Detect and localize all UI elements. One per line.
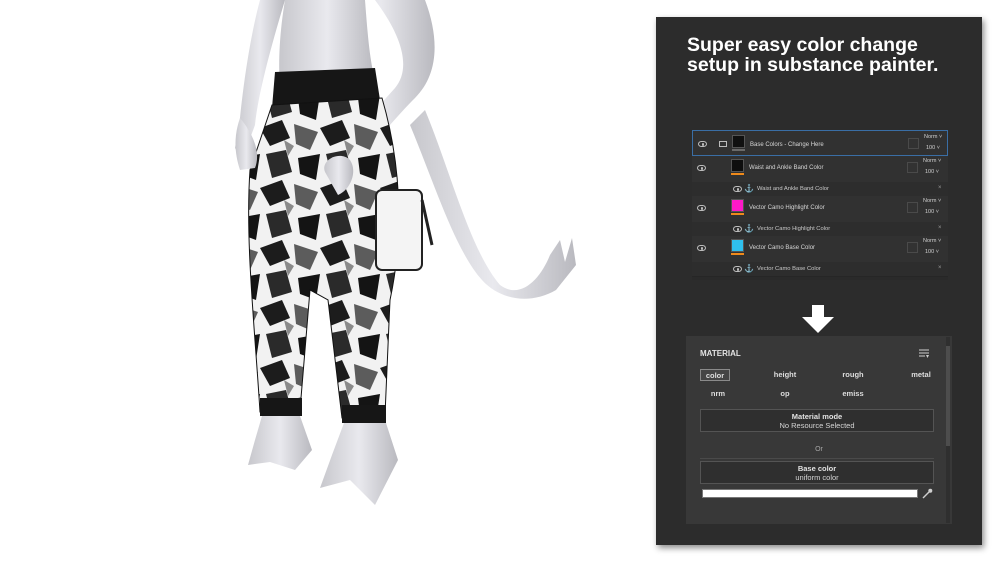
blend-mode[interactable]: Norm ˅ — [923, 198, 941, 204]
base-color-value: uniform color — [795, 473, 839, 482]
close-icon[interactable]: × — [938, 185, 942, 191]
base-color-field[interactable]: Base color uniform color — [700, 461, 934, 484]
color-picker-icon[interactable] — [922, 488, 933, 499]
channel-rough[interactable]: rough — [834, 369, 872, 381]
blend-mode-value: Norm — [923, 238, 937, 244]
layer-thumbnail-bar — [731, 213, 744, 215]
opacity-value: 100 — [925, 249, 935, 255]
channel-emiss[interactable]: emiss — [834, 388, 872, 400]
layer-name[interactable]: Vector Camo Base Color — [749, 245, 815, 251]
blend-mode-value: Norm — [923, 158, 937, 164]
layer-row-camo-base[interactable]: Vector Camo Base Color Norm ˅ 100 ˅ — [692, 236, 948, 263]
material-panel: MATERIAL color height rough metal nrm op… — [686, 336, 952, 524]
anchor-icon: ⚓ — [744, 224, 754, 233]
blend-mode-value: Norm — [924, 134, 938, 140]
layer-thumbnail-bar — [731, 173, 744, 175]
mask-name[interactable]: Vector Camo Highlight Color — [757, 226, 830, 232]
opacity[interactable]: 100 ˅ — [925, 209, 939, 215]
material-title: MATERIAL — [700, 349, 741, 358]
character-illustration — [235, 0, 576, 505]
blend-mode[interactable]: Norm ˅ — [923, 238, 941, 244]
layer-thumbnail — [731, 239, 744, 252]
material-mode-label: Material mode — [791, 412, 843, 421]
opacity[interactable]: 100 ˅ — [925, 169, 939, 175]
layer-mask-swatch[interactable] — [907, 202, 918, 213]
close-icon[interactable]: × — [938, 225, 942, 231]
channel-nrm[interactable]: nrm — [700, 388, 736, 400]
channel-metal[interactable]: metal — [902, 369, 940, 381]
eye-icon[interactable] — [733, 226, 742, 232]
headline: Super easy color change setup in substan… — [687, 35, 977, 75]
opacity[interactable]: 100 ˅ — [926, 145, 940, 151]
layer-name[interactable]: Vector Camo Highlight Color — [749, 205, 825, 211]
opacity-value: 100 — [925, 209, 935, 215]
divider — [700, 458, 934, 459]
layer-thumbnail — [731, 199, 744, 212]
layer-stack: Base Colors - Change Here Norm ˅ 100 ˅ W… — [692, 130, 948, 280]
anchor-icon: ⚓ — [744, 184, 754, 193]
blend-mode[interactable]: Norm ˅ — [924, 134, 942, 140]
layer-row-waist-ankle[interactable]: Waist and Ankle Band Color Norm ˅ 100 ˅ — [692, 156, 948, 183]
opacity-value: 100 — [926, 145, 936, 151]
opacity[interactable]: 100 ˅ — [925, 249, 939, 255]
channel-color[interactable]: color — [700, 369, 730, 381]
scrollbar-thumb[interactable] — [946, 346, 950, 446]
mask-row-waist-ankle[interactable]: ⚓ Waist and Ankle Band Color × — [692, 182, 948, 197]
blend-mode-value: Norm — [923, 198, 937, 204]
menu-icon[interactable] — [919, 348, 929, 358]
close-icon[interactable]: × — [938, 265, 942, 271]
mask-name[interactable]: Waist and Ankle Band Color — [757, 186, 829, 192]
anchor-icon: ⚓ — [744, 264, 754, 273]
blend-mode[interactable]: Norm ˅ — [923, 158, 941, 164]
layer-mask-swatch[interactable] — [907, 242, 918, 253]
folder-icon — [719, 141, 727, 147]
opacity-value: 100 — [925, 169, 935, 175]
character-render — [200, 0, 620, 565]
mask-row-camo-highlight[interactable]: ⚓ Vector Camo Highlight Color × — [692, 222, 948, 237]
headline-line-1: Super easy color change — [687, 34, 918, 56]
layer-mask-swatch[interactable] — [908, 138, 919, 149]
base-color-swatch[interactable] — [702, 489, 918, 498]
channel-height[interactable]: height — [766, 369, 804, 381]
headline-line-2: setup in substance painter. — [687, 54, 939, 76]
layer-mask-swatch[interactable] — [907, 162, 918, 173]
layer-row-camo-highlight[interactable]: Vector Camo Highlight Color Norm ˅ 100 ˅ — [692, 196, 948, 223]
base-color-label: Base color — [797, 464, 837, 473]
layer-name[interactable]: Waist and Ankle Band Color — [749, 165, 823, 171]
layer-thumbnail-bar — [731, 253, 744, 255]
eye-icon[interactable] — [733, 266, 742, 272]
eye-icon[interactable] — [697, 205, 706, 211]
material-mode-field[interactable]: Material mode No Resource Selected — [700, 409, 934, 432]
mask-name[interactable]: Vector Camo Base Color — [757, 266, 821, 272]
material-mode-value: No Resource Selected — [779, 421, 855, 430]
eye-icon[interactable] — [698, 141, 707, 147]
layer-name[interactable]: Base Colors - Change Here — [750, 142, 824, 148]
substance-painter-panel: Super easy color change setup in substan… — [656, 17, 982, 545]
mask-row-camo-base[interactable]: ⚓ Vector Camo Base Color × — [692, 262, 948, 277]
down-arrow-icon — [802, 305, 834, 333]
or-label: Or — [815, 446, 823, 453]
layer-row-base-colors[interactable]: Base Colors - Change Here Norm ˅ 100 ˅ — [692, 130, 948, 156]
layer-thumbnail — [731, 159, 744, 172]
layer-thumbnail-bar — [732, 149, 745, 151]
layer-thumbnail — [732, 135, 745, 148]
eye-icon[interactable] — [697, 165, 706, 171]
eye-icon[interactable] — [733, 186, 742, 192]
channel-op[interactable]: op — [772, 388, 798, 400]
eye-icon[interactable] — [697, 245, 706, 251]
